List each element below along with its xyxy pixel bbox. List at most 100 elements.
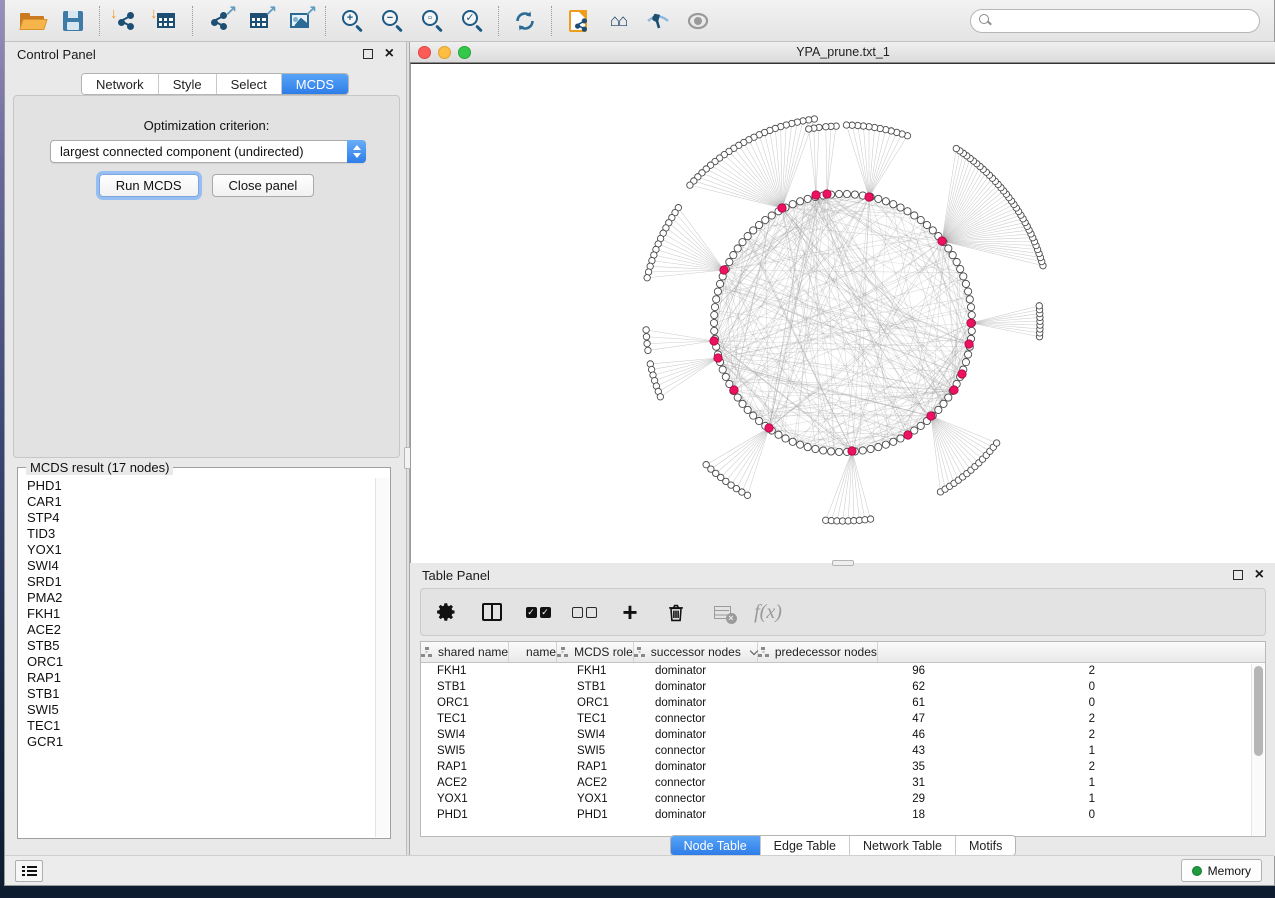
mcds-result-item[interactable]: SWI5 xyxy=(19,702,375,718)
network-view-title: YPA_prune.txt_1 xyxy=(410,45,1275,59)
float-table-panel-icon[interactable] xyxy=(1233,570,1243,580)
mcds-result-item[interactable]: ORC1 xyxy=(19,654,375,670)
control-panel-tab[interactable]: MCDS xyxy=(282,74,348,94)
control-panel-tabs: NetworkStyleSelectMCDS xyxy=(81,73,349,95)
search-icon xyxy=(979,14,989,24)
float-panel-icon[interactable] xyxy=(363,49,373,59)
table-row[interactable]: SWI4 SWI4 dominator 46 2 xyxy=(421,727,1265,743)
mcds-result-item[interactable]: GCR1 xyxy=(19,734,375,750)
export-image-icon[interactable]: ↗ xyxy=(279,4,319,38)
export-table-icon[interactable]: ↗ xyxy=(239,4,279,38)
mcds-result-item[interactable]: CAR1 xyxy=(19,494,375,510)
column-header[interactable]: successor nodes xyxy=(634,642,758,662)
network-view-titlebar: YPA_prune.txt_1 xyxy=(410,42,1275,63)
criterion-value: largest connected component (undirected) xyxy=(51,144,347,159)
zoom-out-icon[interactable]: − xyxy=(372,4,412,38)
table-scrollbar[interactable] xyxy=(1251,664,1264,836)
search-input[interactable] xyxy=(970,9,1260,33)
import-table-icon[interactable]: ↓ xyxy=(146,4,186,38)
mcds-result-item[interactable]: PHD1 xyxy=(19,478,375,494)
table-row[interactable]: FKH1 FKH1 dominator 96 2 xyxy=(421,663,1265,679)
attribute-icon xyxy=(421,647,432,657)
mcds-result-item[interactable]: FKH1 xyxy=(19,606,375,622)
dropdown-stepper-icon xyxy=(347,140,366,163)
criterion-dropdown[interactable]: largest connected component (undirected) xyxy=(50,140,366,163)
table-tab[interactable]: Motifs xyxy=(956,836,1015,855)
close-table-panel-icon[interactable]: × xyxy=(1255,570,1264,580)
table-panel: Table Panel × ✓✓ + f(x) shared name xyxy=(410,563,1275,856)
mcds-result-item[interactable]: SWI4 xyxy=(19,558,375,574)
table-row[interactable]: ORC1 ORC1 dominator 61 0 xyxy=(421,695,1265,711)
table-row[interactable]: SWI5 SWI5 connector 43 1 xyxy=(421,743,1265,759)
control-panel-titlebar: Control Panel × xyxy=(5,42,406,66)
zoom-in-icon[interactable]: + xyxy=(332,4,372,38)
column-header[interactable]: shared name xyxy=(421,642,509,662)
function-builder-icon-disabled: f(x) xyxy=(755,599,781,625)
open-session-icon[interactable] xyxy=(13,4,53,38)
control-panel-tab[interactable]: Network xyxy=(82,74,159,94)
control-panel-tab[interactable]: Select xyxy=(217,74,282,94)
memory-label: Memory xyxy=(1208,864,1251,878)
save-session-icon[interactable] xyxy=(53,4,93,38)
table-panel-title: Table Panel xyxy=(422,568,490,583)
sort-descending-icon xyxy=(750,646,758,654)
table-tab[interactable]: Edge Table xyxy=(761,836,850,855)
mcds-result-item[interactable]: STB1 xyxy=(19,686,375,702)
table-row[interactable]: TEC1 TEC1 connector 47 2 xyxy=(421,711,1265,727)
table-tab[interactable]: Node Table xyxy=(671,836,761,855)
mcds-result-item[interactable]: YOX1 xyxy=(19,542,375,558)
table-tab[interactable]: Network Table xyxy=(850,836,956,855)
attribute-icon xyxy=(557,647,568,657)
mcds-result-item[interactable]: STB5 xyxy=(19,638,375,654)
close-panel-icon[interactable]: × xyxy=(385,49,394,59)
table-row[interactable]: YOX1 YOX1 connector 29 1 xyxy=(421,791,1265,807)
memory-button[interactable]: Memory xyxy=(1181,859,1262,882)
result-scrollbar[interactable] xyxy=(375,478,389,837)
mcds-tab-content: Optimization criterion: largest connecte… xyxy=(13,95,400,458)
zoom-fit-icon[interactable]: ▫ xyxy=(412,4,452,38)
table-row[interactable]: PHD1 PHD1 dominator 18 0 xyxy=(421,807,1265,823)
add-column-icon[interactable]: + xyxy=(617,599,643,625)
export-network-icon[interactable]: ↗ xyxy=(199,4,239,38)
main-toolbar: ↓ ↓ ↗ ↗ ↗ + − ▫ ✓ ⌂⌂ xyxy=(5,0,1274,42)
network-search xyxy=(970,9,1260,33)
toolbar-separator xyxy=(192,6,193,36)
network-canvas[interactable] xyxy=(410,63,1275,563)
first-neighbors-icon[interactable]: ⌂⌂ xyxy=(598,4,638,38)
table-panel-titlebar: Table Panel × xyxy=(410,563,1275,587)
column-header[interactable]: predecessor nodes xyxy=(758,642,878,662)
app-window: ↓ ↓ ↗ ↗ ↗ + − ▫ ✓ ⌂⌂ Control Panel xyxy=(4,0,1275,886)
table-panel-grip[interactable] xyxy=(832,560,854,566)
mcds-result-list: PHD1CAR1STP4TID3YOX1SWI4SRD1PMA2FKH1ACE2… xyxy=(19,478,375,837)
control-panel-tab[interactable]: Style xyxy=(159,74,217,94)
select-all-icon[interactable]: ✓✓ xyxy=(525,599,551,625)
column-header[interactable]: name xyxy=(509,642,557,662)
import-network-icon[interactable]: ↓ xyxy=(106,4,146,38)
run-mcds-button[interactable]: Run MCDS xyxy=(99,174,199,197)
mcds-result-item[interactable]: SRD1 xyxy=(19,574,375,590)
table-row[interactable]: STB1 STB1 dominator 62 0 xyxy=(421,679,1265,695)
show-columns-icon[interactable] xyxy=(479,599,505,625)
close-panel-button[interactable]: Close panel xyxy=(212,174,315,197)
table-settings-gear-icon[interactable] xyxy=(433,599,459,625)
zoom-selected-icon[interactable]: ✓ xyxy=(452,4,492,38)
mcds-result-item[interactable]: TID3 xyxy=(19,526,375,542)
mcds-result-item[interactable]: ACE2 xyxy=(19,622,375,638)
task-history-button[interactable] xyxy=(15,860,43,882)
mcds-result-item[interactable]: TEC1 xyxy=(19,718,375,734)
show-all-icon[interactable] xyxy=(678,4,718,38)
table-row[interactable]: RAP1 RAP1 dominator 35 2 xyxy=(421,759,1265,775)
table-tabs-bar: Node TableEdge TableNetwork TableMotifs xyxy=(410,835,1275,856)
mcds-result-item[interactable]: PMA2 xyxy=(19,590,375,606)
table-row[interactable]: ACE2 ACE2 connector 31 1 xyxy=(421,775,1265,791)
hide-selected-icon[interactable] xyxy=(638,4,678,38)
table-scrollbar-thumb[interactable] xyxy=(1254,666,1263,756)
mcds-result-item[interactable]: RAP1 xyxy=(19,670,375,686)
delete-column-icon[interactable] xyxy=(663,599,689,625)
network-from-selection-icon[interactable] xyxy=(558,4,598,38)
mcds-result-item[interactable]: STP4 xyxy=(19,510,375,526)
deselect-all-icon[interactable] xyxy=(571,599,597,625)
refresh-layout-icon[interactable] xyxy=(505,4,545,38)
column-header[interactable]: MCDS role xyxy=(557,642,634,662)
network-view-window: YPA_prune.txt_1 xyxy=(410,42,1275,563)
